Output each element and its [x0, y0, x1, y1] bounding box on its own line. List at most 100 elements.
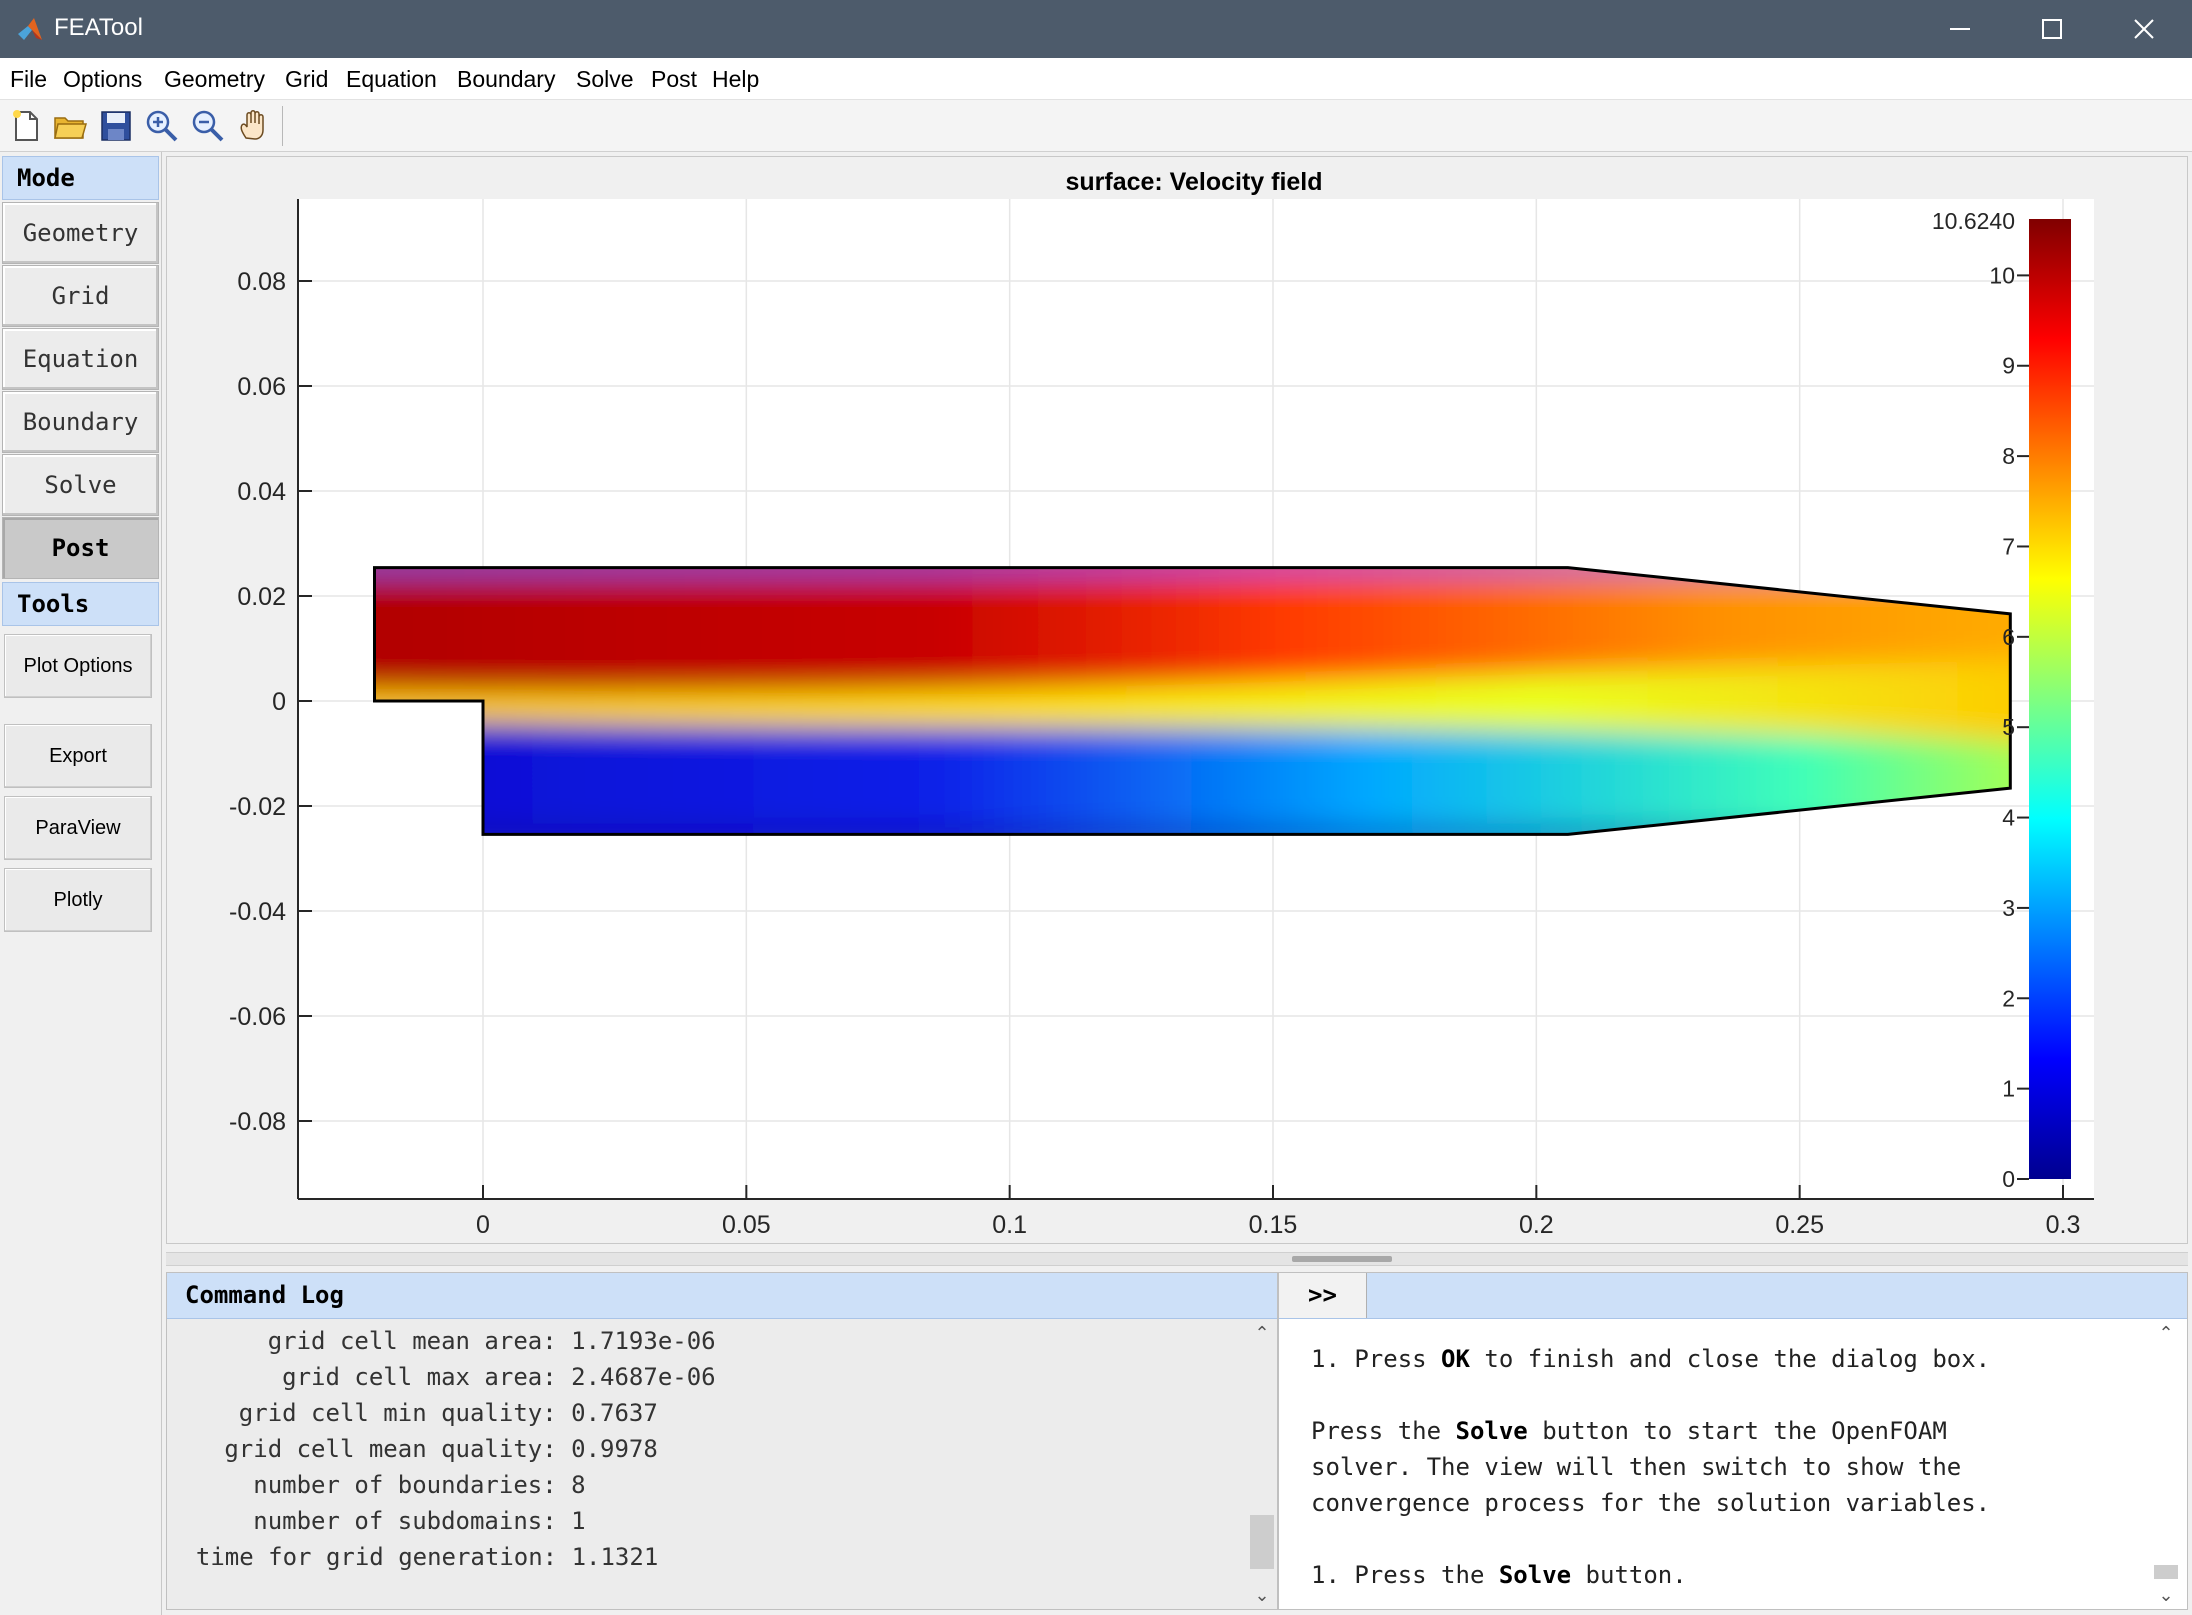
plotly-button[interactable]: Plotly	[4, 868, 152, 932]
help-panel: >> 1. Press OK to finish and close the d…	[1278, 1272, 2188, 1610]
mode-header: Mode	[2, 156, 159, 200]
minimize-button[interactable]	[1914, 0, 2006, 58]
panel-splitter[interactable]	[166, 1252, 2188, 1266]
save-icon	[101, 111, 131, 141]
window-title: FEATool	[54, 14, 143, 41]
new-file-button[interactable]	[8, 108, 44, 144]
close-button[interactable]	[2098, 0, 2190, 58]
colorbar-tick-label: 1	[2002, 1076, 2015, 1102]
colorbar-tick-label: 4	[2002, 805, 2015, 831]
menu-file[interactable]: File	[10, 66, 47, 93]
open-button[interactable]	[52, 108, 88, 144]
velocity-plot[interactable]: 0 0.05 0.1 0.15 0.2 0.25 0.3 0.08 0.06 0.04 0.02 0…	[167, 157, 2187, 1243]
splitter-handle[interactable]	[1292, 1256, 1392, 1262]
paraview-button[interactable]: ParaView	[4, 796, 152, 860]
help-header: >>	[1279, 1273, 2187, 1319]
colorbar-tick-label: 8	[2002, 443, 2015, 469]
zoom-in-button[interactable]	[144, 108, 180, 144]
save-button[interactable]	[98, 108, 134, 144]
log-line: number of boundaries: 8	[181, 1471, 586, 1499]
colorbar-tick-label: 6	[2002, 624, 2015, 650]
help-line: solver. The view will then switch to sho…	[1311, 1453, 1962, 1481]
y-tick-label: 0.08	[237, 268, 286, 296]
tools-header: Tools	[2, 582, 159, 626]
y-tick-label: 0	[272, 688, 286, 716]
menu-post[interactable]: Post	[651, 66, 697, 93]
scroll-down-icon[interactable]: ⌄	[1247, 1581, 1277, 1609]
y-tick-label: -0.08	[229, 1108, 286, 1136]
x-tick-label: 0.2	[1519, 1211, 1554, 1239]
zoom-out-icon	[192, 110, 224, 142]
close-icon	[2134, 19, 2154, 39]
colorbar-tick-label: 3	[2002, 895, 2015, 921]
plot-title: surface: Velocity field	[1065, 168, 1322, 196]
zoom-in-icon	[146, 110, 178, 142]
toolbar-separator	[282, 106, 283, 146]
menu-solve[interactable]: Solve	[576, 66, 634, 93]
scroll-down-icon[interactable]: ⌄	[2151, 1581, 2181, 1609]
x-tick-label: 0.3	[2046, 1211, 2081, 1239]
scroll-thumb[interactable]	[1250, 1515, 1274, 1569]
title-bar: FEATool	[0, 0, 2192, 58]
x-tick-label: 0.1	[992, 1211, 1027, 1239]
colorbar-tick-label: 7	[2002, 533, 2015, 559]
export-button[interactable]: Export	[4, 724, 152, 788]
y-tick-label: -0.06	[229, 1003, 286, 1031]
help-line: Press the Solve button to start the Open…	[1311, 1417, 1947, 1445]
colorbar-tick-label: 2	[2002, 985, 2015, 1011]
matlab-logo-icon	[18, 18, 42, 40]
toolbar	[0, 100, 2192, 152]
y-tick-label: 0.06	[237, 373, 286, 401]
maximize-button[interactable]	[2006, 0, 2098, 58]
help-scrollbar[interactable]: ⌃ ⌄	[2151, 1319, 2181, 1609]
menu-grid[interactable]: Grid	[285, 66, 328, 93]
y-tick-label: -0.04	[229, 898, 286, 926]
menu-geometry[interactable]: Geometry	[164, 66, 265, 93]
scroll-thumb[interactable]	[2154, 1565, 2178, 1579]
mode-solve-button[interactable]: Solve	[2, 454, 159, 516]
x-tick-label: 0.25	[1775, 1211, 1824, 1239]
help-line: convergence process for the solution var…	[1311, 1489, 1991, 1517]
mode-boundary-button[interactable]: Boundary	[2, 391, 159, 453]
zoom-out-button[interactable]	[190, 108, 226, 144]
open-folder-icon	[54, 117, 87, 139]
colorbar-gradient	[2029, 219, 2071, 1179]
pan-button[interactable]	[236, 108, 272, 144]
x-tick-label: 0	[476, 1211, 490, 1239]
command-log-header: Command Log	[167, 1273, 1277, 1319]
x-tick-label: 0.05	[722, 1211, 771, 1239]
y-tick-label: 0.02	[237, 583, 286, 611]
plot-panel: 0 0.05 0.1 0.15 0.2 0.25 0.3 0.08 0.06 0.04 0.02 0…	[166, 156, 2188, 1244]
mode-grid-button[interactable]: Grid	[2, 265, 159, 327]
scroll-up-icon[interactable]: ⌃	[2151, 1319, 2181, 1347]
scroll-up-icon[interactable]: ⌃	[1247, 1319, 1277, 1347]
left-panel: Mode Geometry Grid Equation Boundary Sol…	[0, 152, 162, 1615]
expand-button[interactable]: >>	[1279, 1273, 1367, 1318]
log-line: grid cell min quality: 0.7637	[181, 1399, 658, 1427]
menu-options[interactable]: Options	[63, 66, 142, 93]
command-log-scrollbar[interactable]: ⌃ ⌄	[1247, 1319, 1277, 1609]
command-log-panel: Command Log grid cell mean area: 1.7193e…	[166, 1272, 1278, 1610]
colorbar-max-label: 10.6240	[1932, 208, 2015, 234]
featool-window: FEATool File Options Geometry Grid Equat…	[0, 0, 2192, 1615]
mode-equation-button[interactable]: Equation	[2, 328, 159, 390]
plot-options-button[interactable]: Plot Options	[4, 634, 152, 698]
y-tick-label: 0.04	[237, 478, 286, 506]
log-line: grid cell max area: 2.4687e-06	[181, 1363, 716, 1391]
help-line: 1. Press the Solve button.	[1311, 1561, 1687, 1589]
menu-equation[interactable]: Equation	[346, 66, 437, 93]
mode-geometry-button[interactable]: Geometry	[2, 202, 159, 264]
log-line: grid cell mean area: 1.7193e-06	[181, 1327, 716, 1355]
colorbar-tick-label: 9	[2002, 353, 2015, 379]
log-line: number of subdomains: 1	[181, 1507, 586, 1535]
help-text: 1. Press OK to finish and close the dial…	[1279, 1319, 2149, 1609]
menu-help[interactable]: Help	[712, 66, 759, 93]
minimize-icon	[1950, 28, 1970, 30]
log-line: grid cell mean quality: 0.9978	[181, 1435, 658, 1463]
colorbar-tick-label: 0	[2002, 1166, 2015, 1192]
log-line: time for grid generation: 1.1321	[167, 1543, 659, 1571]
mode-post-button[interactable]: Post	[2, 517, 159, 579]
menu-boundary[interactable]: Boundary	[457, 66, 555, 93]
command-log-body[interactable]: grid cell mean area: 1.7193e-06 grid cel…	[167, 1319, 1247, 1609]
colorbar-tick-label: 10	[1989, 262, 2015, 288]
